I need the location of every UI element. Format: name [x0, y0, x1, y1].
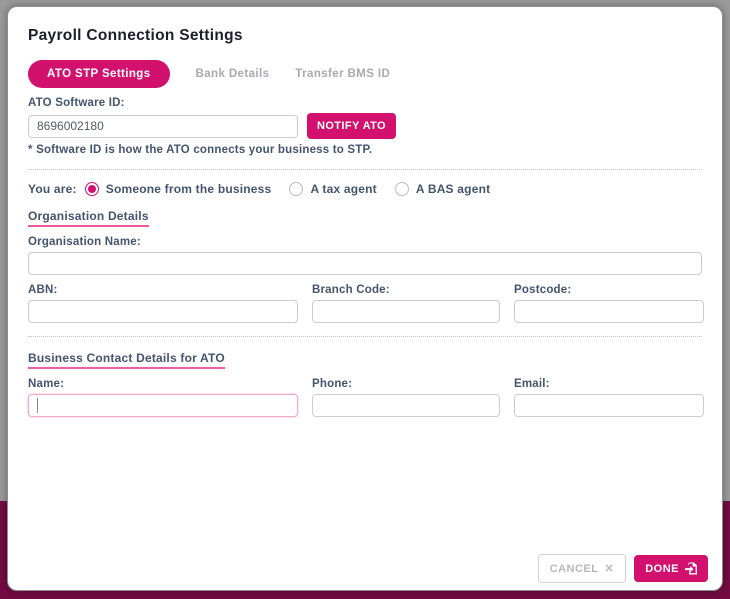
software-id-section: ATO Software ID: NOTIFY ATO * Software I… [28, 97, 702, 156]
software-id-label: ATO Software ID: [28, 97, 702, 109]
tab-bank-details[interactable]: Bank Details [196, 68, 270, 80]
cancel-button[interactable]: CANCEL ✕ [538, 554, 627, 583]
contact-email-input[interactable] [514, 394, 704, 417]
save-exit-icon [685, 562, 697, 575]
done-button[interactable]: DONE [634, 555, 708, 582]
contact-row: Name: Phone: Email: [28, 378, 702, 417]
software-id-input[interactable] [28, 115, 298, 138]
done-button-label: DONE [645, 563, 679, 575]
payroll-connection-settings-dialog: Payroll Connection Settings ATO STP Sett… [7, 6, 723, 591]
contact-phone-input[interactable] [312, 394, 500, 417]
radio-bas-agent-label[interactable]: A BAS agent [416, 182, 490, 196]
abn-row: ABN: Branch Code: Postcode: [28, 284, 702, 323]
close-icon: ✕ [605, 562, 615, 575]
radio-someone-from-business-label[interactable]: Someone from the business [106, 182, 272, 196]
tab-transfer-bms-id[interactable]: Transfer BMS ID [295, 68, 390, 80]
organisation-name-field: Organisation Name: [28, 236, 702, 275]
contact-name-input[interactable] [28, 394, 298, 417]
postcode-input[interactable] [514, 300, 704, 323]
dialog-title: Payroll Connection Settings [28, 27, 702, 45]
postcode-label: Postcode: [514, 284, 704, 296]
branch-code-label: Branch Code: [312, 284, 500, 296]
tab-ato-stp-settings[interactable]: ATO STP Settings [28, 60, 170, 88]
contact-email-label: Email: [514, 378, 704, 390]
radio-tax-agent[interactable] [289, 182, 303, 196]
you-are-row: You are: Someone from the business A tax… [28, 182, 702, 196]
abn-input[interactable] [28, 300, 298, 323]
software-id-note: * Software ID is how the ATO connects yo… [28, 144, 702, 156]
text-caret [37, 398, 38, 413]
contact-phone-label: Phone: [312, 378, 500, 390]
organisation-name-label: Organisation Name: [28, 236, 702, 248]
business-contact-details-heading: Business Contact Details for ATO [28, 351, 225, 369]
tab-bar: ATO STP Settings Bank Details Transfer B… [28, 60, 702, 88]
abn-label: ABN: [28, 284, 298, 296]
radio-someone-from-business[interactable] [85, 182, 99, 196]
you-are-label: You are: [28, 182, 77, 196]
contact-name-label: Name: [28, 378, 298, 390]
divider [28, 336, 702, 337]
branch-code-input[interactable] [312, 300, 500, 323]
radio-tax-agent-label[interactable]: A tax agent [310, 182, 376, 196]
divider [28, 169, 702, 170]
dialog-footer: CANCEL ✕ DONE [538, 554, 708, 583]
radio-bas-agent[interactable] [395, 182, 409, 196]
cancel-button-label: CANCEL [550, 563, 599, 575]
organisation-name-input[interactable] [28, 252, 702, 275]
organisation-details-heading: Organisation Details [28, 209, 149, 227]
notify-ato-button[interactable]: NOTIFY ATO [307, 113, 396, 139]
